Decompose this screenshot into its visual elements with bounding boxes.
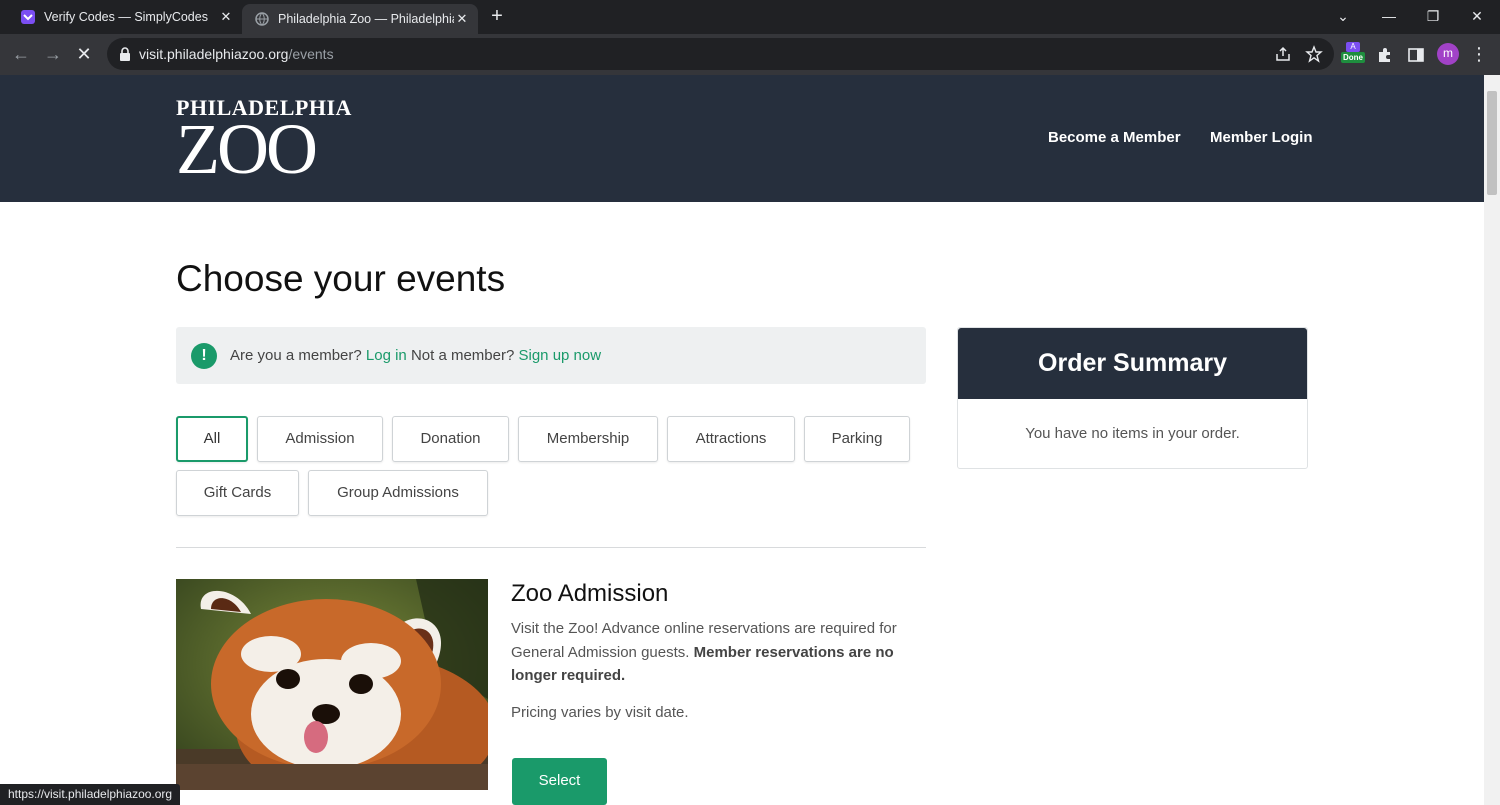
url-host: visit.philadelphiazoo.org xyxy=(139,46,289,62)
filter-group-admissions[interactable]: Group Admissions xyxy=(308,470,488,516)
bookmark-star-icon[interactable] xyxy=(1305,45,1323,63)
page-title: Choose your events xyxy=(176,258,506,299)
order-summary-panel: Order Summary You have no items in your … xyxy=(957,327,1308,469)
browser-toolbar: ← → ✕ visit.philadelphiazoo.org/events A… xyxy=(0,34,1500,75)
simplycodes-favicon-icon xyxy=(21,10,35,24)
extensions-puzzle-icon[interactable] xyxy=(1376,46,1394,64)
globe-favicon-icon xyxy=(255,12,269,26)
forward-icon[interactable]: → xyxy=(40,42,66,68)
tab-close-icon[interactable]: ✕ xyxy=(454,11,470,27)
profile-avatar[interactable]: m xyxy=(1437,43,1459,65)
tab-simplycodes[interactable]: Verify Codes — SimplyCodes ✕ xyxy=(0,0,242,34)
filter-parking[interactable]: Parking xyxy=(804,416,910,462)
close-window-icon[interactable]: ✕ xyxy=(1454,0,1500,34)
extension-status-icon[interactable]: A Done xyxy=(1341,42,1365,66)
become-member-link[interactable]: Become a Member xyxy=(1048,129,1181,146)
lock-icon xyxy=(120,47,130,61)
signup-link[interactable]: Sign up now xyxy=(519,347,602,364)
minimize-icon[interactable]: — xyxy=(1366,0,1412,34)
member-login-link[interactable]: Member Login xyxy=(1210,129,1313,146)
restore-icon[interactable]: ❐ xyxy=(1410,0,1456,34)
status-bar-url: https://visit.philadelphiazoo.org xyxy=(0,784,181,805)
red-panda-photo xyxy=(176,579,488,790)
url-path: /events xyxy=(288,46,334,62)
scrollbar-thumb[interactable] xyxy=(1487,91,1497,195)
tab-close-icon[interactable]: ✕ xyxy=(218,9,234,25)
filter-gift-cards[interactable]: Gift Cards xyxy=(176,470,299,516)
site-header: PHILADELPHIA ZOO Become a Member Member … xyxy=(0,75,1484,202)
notice-text-member: Are you a member? xyxy=(230,347,362,364)
member-notice: ! Are you a member? Log in Not a member?… xyxy=(176,327,926,384)
event-pricing-note: Pricing varies by visit date. xyxy=(511,704,689,721)
philadelphia-zoo-logo[interactable]: PHILADELPHIA ZOO xyxy=(176,97,352,189)
back-icon[interactable]: ← xyxy=(8,42,34,68)
browser-tab-bar: Verify Codes — SimplyCodes ✕ Philadelphi… xyxy=(0,0,1500,34)
new-tab-icon[interactable]: + xyxy=(486,5,508,27)
stop-loading-icon[interactable]: ✕ xyxy=(71,42,97,68)
tab-title: Verify Codes — SimplyCodes xyxy=(44,10,208,24)
share-icon[interactable] xyxy=(1274,45,1292,63)
order-summary-title: Order Summary xyxy=(958,328,1307,399)
event-title: Zoo Admission xyxy=(511,580,669,607)
select-button[interactable]: Select xyxy=(512,758,607,805)
filter-admission[interactable]: Admission xyxy=(257,416,383,462)
extension-badge-done: Done xyxy=(1341,52,1365,63)
logo-line2: ZOO xyxy=(176,109,318,189)
address-bar[interactable]: visit.philadelphiazoo.org/events xyxy=(107,38,1334,70)
filter-attractions[interactable]: Attractions xyxy=(667,416,795,462)
tab-philadelphia-zoo[interactable]: Philadelphia Zoo — Philadelphia ✕ xyxy=(242,4,478,34)
section-divider xyxy=(176,547,926,548)
exclamation-icon: ! xyxy=(191,342,217,369)
browser-menu-icon[interactable]: ⋮ xyxy=(1466,42,1492,68)
login-link[interactable]: Log in xyxy=(366,347,407,364)
event-description: Visit the Zoo! Advance online reservatio… xyxy=(511,617,921,688)
event-image xyxy=(176,579,488,790)
filter-all[interactable]: All xyxy=(176,416,248,462)
notice-text-not-member: Not a member? xyxy=(410,347,515,364)
filter-membership[interactable]: Membership xyxy=(518,416,658,462)
tab-title: Philadelphia Zoo — Philadelphia xyxy=(278,12,454,26)
filter-donation[interactable]: Donation xyxy=(392,416,509,462)
url-text: visit.philadelphiazoo.org/events xyxy=(139,46,334,62)
extension-badge-top: A xyxy=(1346,42,1360,52)
tab-search-chevron-icon[interactable]: ⌄ xyxy=(1320,0,1366,34)
order-summary-empty-text: You have no items in your order. xyxy=(1025,425,1240,442)
page-scrollbar[interactable] xyxy=(1484,75,1500,805)
side-panel-icon[interactable] xyxy=(1407,46,1425,64)
